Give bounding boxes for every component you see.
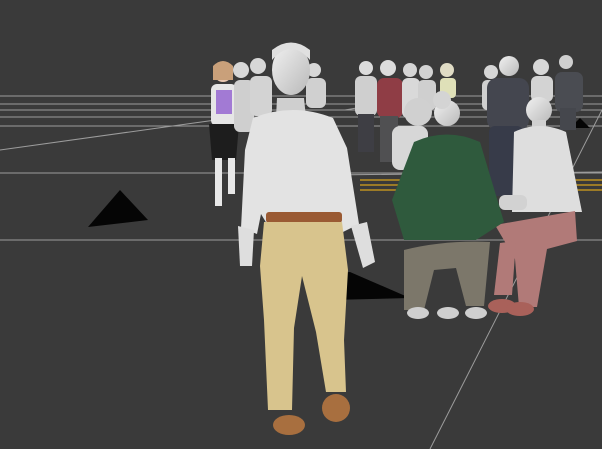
3d-viewport[interactable] [0,0,602,449]
scene-render [0,0,602,449]
